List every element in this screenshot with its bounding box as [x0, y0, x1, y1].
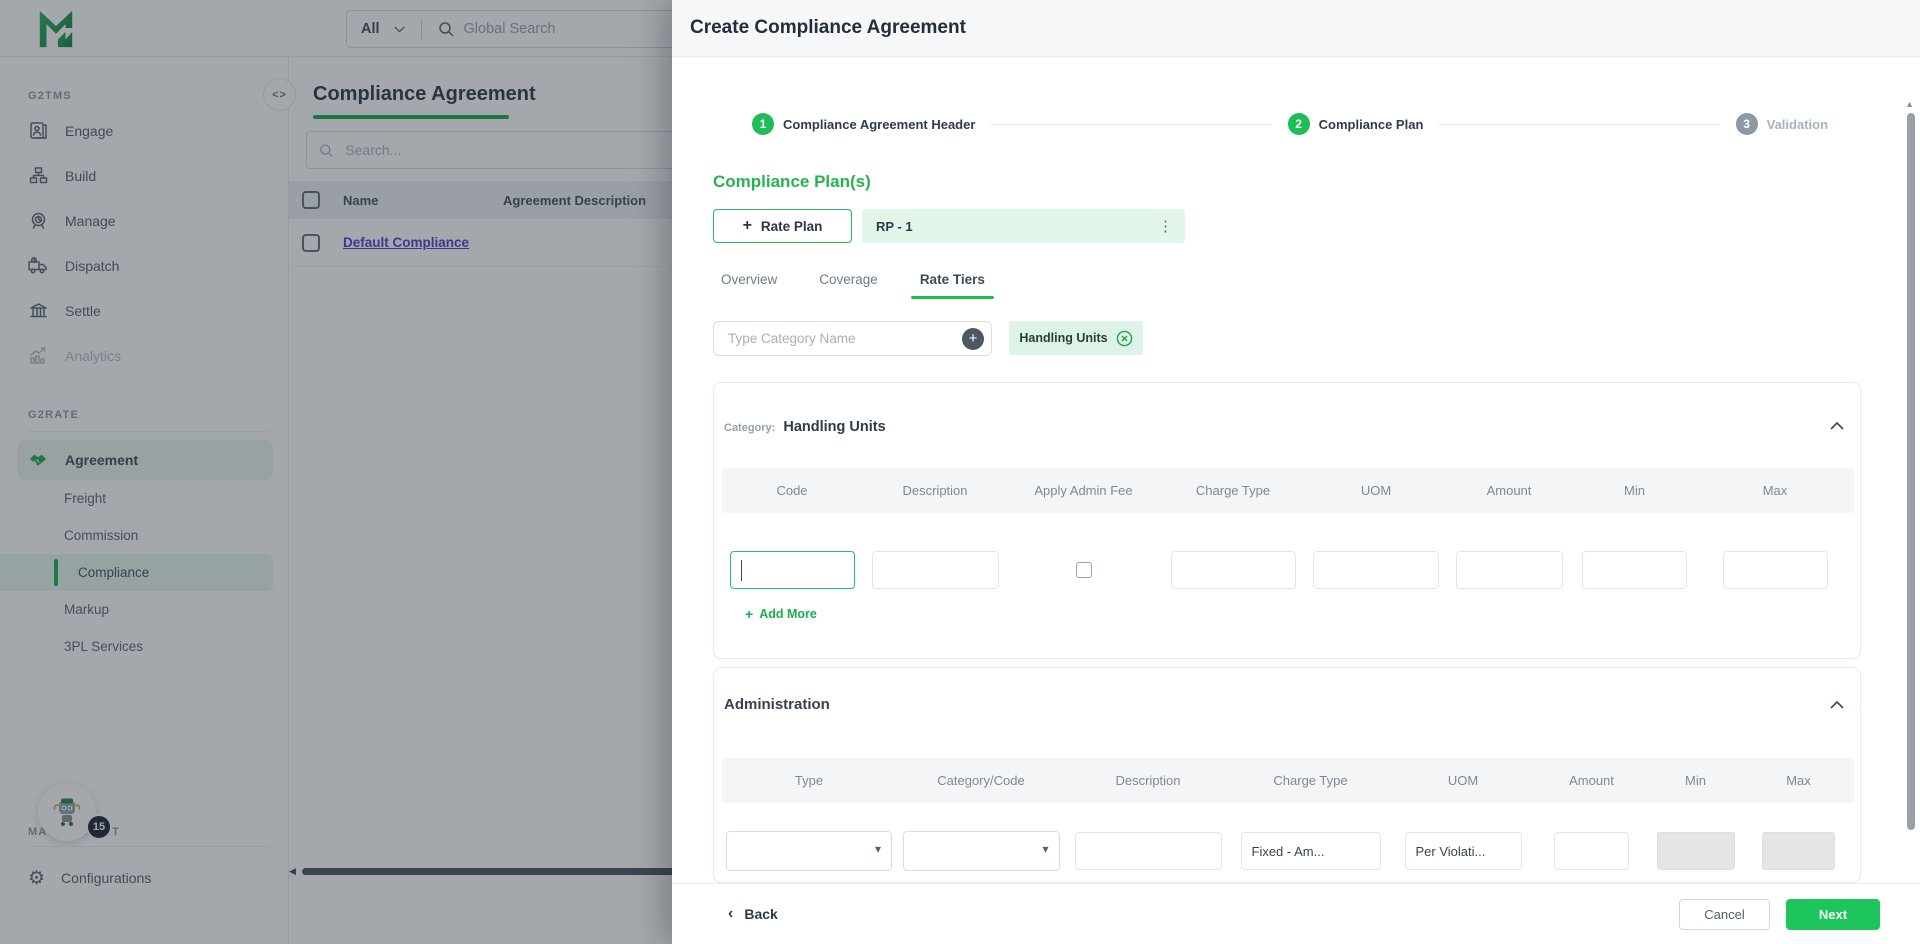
- step-validation[interactable]: 3 Validation: [1736, 113, 1828, 135]
- uom-input[interactable]: [1313, 551, 1439, 589]
- step-number: 3: [1736, 113, 1758, 135]
- collapse-section-icon[interactable]: [1830, 421, 1844, 430]
- category-input-row: [722, 550, 1854, 590]
- step-connector: [1439, 124, 1719, 125]
- category-code-select[interactable]: [903, 831, 1060, 871]
- col-charge-type: Charge Type: [1230, 758, 1391, 803]
- tab-rate-tiers[interactable]: Rate Tiers: [920, 262, 985, 296]
- create-compliance-agreement-modal: Create Compliance Agreement 1 Compliance…: [672, 0, 1920, 944]
- scroll-up-icon[interactable]: ▲: [1905, 99, 1914, 109]
- administration-input-row: [722, 831, 1854, 871]
- category-section: Category: Handling Units Code Descriptio…: [713, 382, 1861, 659]
- amount-input[interactable]: [1554, 832, 1629, 870]
- category-prefix-label: Category:: [724, 422, 775, 434]
- col-amount: Amount: [1535, 758, 1648, 803]
- back-button[interactable]: ‹ Back: [728, 906, 778, 922]
- description-input[interactable]: [1075, 832, 1222, 870]
- kebab-menu-icon[interactable]: ⋮: [1158, 217, 1173, 235]
- add-more-button[interactable]: + Add More: [745, 607, 817, 621]
- col-apply-admin-fee: Apply Admin Fee: [1008, 468, 1159, 513]
- add-rate-plan-label: Rate Plan: [761, 219, 823, 234]
- max-input[interactable]: [1723, 551, 1828, 589]
- administration-title: Administration: [724, 696, 830, 713]
- col-charge-type: Charge Type: [1159, 468, 1307, 513]
- col-category-code: Category/Code: [896, 758, 1066, 803]
- text-caret: [741, 560, 743, 581]
- amount-input[interactable]: [1456, 551, 1563, 589]
- rate-plan-name: RP - 1: [876, 219, 913, 234]
- apply-admin-fee-checkbox[interactable]: [1076, 562, 1092, 578]
- step-compliance-plan[interactable]: 2 Compliance Plan: [1288, 113, 1424, 135]
- modal-footer: ‹ Back Cancel Next: [672, 883, 1920, 944]
- col-uom: UOM: [1391, 758, 1535, 803]
- max-disabled-field: [1762, 832, 1835, 870]
- add-more-label: Add More: [759, 607, 817, 621]
- chevron-left-icon: ‹: [728, 906, 733, 922]
- plan-tabs: Overview Coverage Rate Tiers: [721, 262, 985, 296]
- administration-table-header: Type Category/Code Description Charge Ty…: [722, 758, 1854, 803]
- col-type: Type: [722, 758, 896, 803]
- min-input[interactable]: [1582, 551, 1687, 589]
- min-disabled-field: [1657, 832, 1735, 870]
- cancel-button[interactable]: Cancel: [1679, 899, 1770, 930]
- add-category-icon[interactable]: +: [962, 328, 984, 350]
- add-rate-plan-button[interactable]: + Rate Plan: [713, 209, 852, 243]
- tab-overview[interactable]: Overview: [721, 262, 777, 296]
- col-description: Description: [862, 468, 1008, 513]
- next-button[interactable]: Next: [1786, 899, 1880, 930]
- step-connector: [991, 124, 1271, 125]
- col-code: Code: [722, 468, 862, 513]
- category-name-input[interactable]: [714, 322, 954, 355]
- step-label: Compliance Agreement Header: [783, 117, 975, 132]
- plus-icon: +: [745, 607, 753, 621]
- compliance-plans-heading: Compliance Plan(s): [713, 172, 871, 192]
- col-min: Min: [1573, 468, 1696, 513]
- step-label: Validation: [1767, 117, 1828, 132]
- step-label: Compliance Plan: [1319, 117, 1424, 132]
- step-number: 2: [1288, 113, 1310, 135]
- category-name-field[interactable]: +: [713, 321, 992, 356]
- code-input[interactable]: [730, 551, 855, 589]
- description-input[interactable]: [872, 551, 999, 589]
- col-amount: Amount: [1445, 468, 1573, 513]
- charge-type-input[interactable]: [1241, 832, 1381, 870]
- back-label: Back: [744, 906, 777, 922]
- category-name-label: Handling Units: [783, 419, 885, 435]
- step-number: 1: [752, 113, 774, 135]
- step-compliance-agreement-header[interactable]: 1 Compliance Agreement Header: [752, 113, 975, 135]
- col-uom: UOM: [1307, 468, 1445, 513]
- plus-icon: +: [743, 218, 752, 234]
- uom-input[interactable]: [1405, 832, 1522, 870]
- rate-plan-tab-rp1[interactable]: RP - 1 ⋮: [862, 209, 1185, 243]
- type-select[interactable]: [726, 831, 892, 871]
- charge-type-input[interactable]: [1171, 551, 1296, 589]
- col-min: Min: [1648, 758, 1743, 803]
- wizard-stepper: 1 Compliance Agreement Header 2 Complian…: [752, 112, 1828, 136]
- modal-title: Create Compliance Agreement: [690, 17, 966, 39]
- col-description: Description: [1066, 758, 1230, 803]
- collapse-section-icon[interactable]: [1830, 700, 1844, 709]
- chip-label: Handling Units: [1019, 331, 1107, 345]
- col-max: Max: [1743, 758, 1854, 803]
- modal-header: Create Compliance Agreement: [672, 0, 1920, 57]
- remove-chip-icon[interactable]: [1116, 330, 1133, 347]
- tab-coverage[interactable]: Coverage: [819, 262, 878, 296]
- category-section-header: Category: Handling Units: [724, 419, 886, 435]
- col-max: Max: [1696, 468, 1854, 513]
- administration-section: Administration Type Category/Code Descri…: [713, 667, 1861, 883]
- category-table-header: Code Description Apply Admin Fee Charge …: [722, 468, 1854, 513]
- category-chip-handling-units[interactable]: Handling Units: [1009, 321, 1143, 355]
- vertical-scroll-thumb[interactable]: [1907, 113, 1915, 830]
